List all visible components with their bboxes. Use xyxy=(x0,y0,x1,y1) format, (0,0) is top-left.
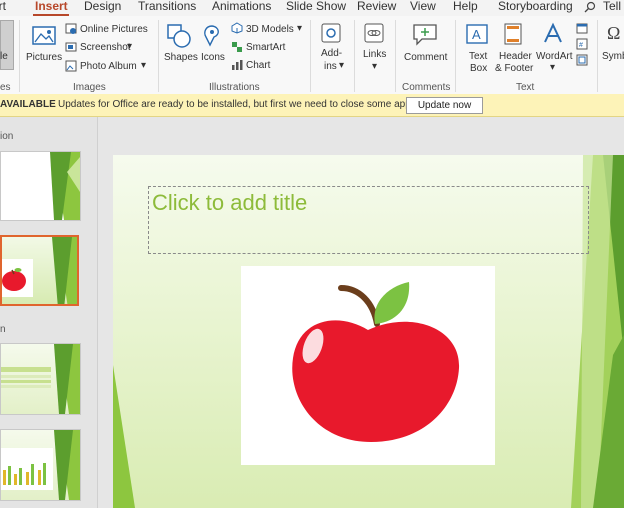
icons-button[interactable]: Icons xyxy=(201,52,225,63)
slide-thumbnail-1[interactable] xyxy=(0,151,81,221)
comment-icon[interactable] xyxy=(412,23,438,50)
date-time-icon[interactable] xyxy=(576,22,588,37)
icons-icon[interactable] xyxy=(200,23,224,52)
wordart-dropdown-icon[interactable]: ▾ xyxy=(550,62,555,73)
comment-button[interactable]: Comment xyxy=(404,52,447,63)
notification-title: AVAILABLE xyxy=(0,99,56,110)
chart-button[interactable]: Chart xyxy=(246,60,270,71)
symbols-icon[interactable]: Ω xyxy=(607,22,624,47)
screenshot-icon[interactable] xyxy=(65,41,77,56)
3d-models-dropdown-icon[interactable]: ▾ xyxy=(297,23,302,34)
pictures-button[interactable]: Pictures xyxy=(26,52,62,63)
online-pictures-button[interactable]: Online Pictures xyxy=(80,24,148,35)
slide-thumbnail-2[interactable] xyxy=(0,235,79,306)
search-icon[interactable] xyxy=(584,1,596,16)
slide-thumbnail-panel[interactable]: ion n xyxy=(0,117,98,508)
notification-message: Updates for Office are ready to be insta… xyxy=(58,99,419,110)
tab-design[interactable]: Design xyxy=(84,0,121,13)
online-pictures-icon[interactable] xyxy=(65,23,77,38)
update-now-button[interactable]: Update now xyxy=(406,97,483,114)
svg-text:Ω: Ω xyxy=(607,23,620,43)
text-group-label: Text xyxy=(516,82,535,93)
apple-illustration xyxy=(292,282,460,442)
tab-insert-partial[interactable]: ert xyxy=(0,0,6,13)
tables-group-label-partial: es xyxy=(0,82,11,93)
tab-insert[interactable]: Insert xyxy=(35,0,68,13)
shapes-icon[interactable] xyxy=(166,23,192,52)
comments-group-label: Comments xyxy=(402,82,451,93)
header-footer-button-line2[interactable]: & Footer xyxy=(495,63,533,74)
tab-help[interactable]: Help xyxy=(453,0,478,13)
header-footer-icon[interactable] xyxy=(503,22,523,49)
add-ins-icon[interactable] xyxy=(320,22,342,47)
thumbnail-2-graphic xyxy=(2,237,77,304)
object-icon[interactable] xyxy=(576,54,588,69)
symbols-button[interactable]: Symb xyxy=(602,51,624,62)
title-placeholder-text[interactable]: Click to add title xyxy=(152,190,307,216)
section-label-1[interactable]: ion xyxy=(0,131,13,142)
tab-storyboarding[interactable]: Storyboarding xyxy=(498,0,573,13)
links-dropdown-icon[interactable]: ▾ xyxy=(372,61,377,72)
table-label-partial: le xyxy=(0,51,8,62)
thumbnail-1-graphic xyxy=(50,152,80,220)
slide-thumbnail-3[interactable] xyxy=(0,343,81,415)
apple-image[interactable] xyxy=(241,266,495,465)
text-box-button-line2[interactable]: Box xyxy=(470,63,487,74)
chart-icon[interactable] xyxy=(231,59,243,74)
tab-slide-show[interactable]: Slide Show xyxy=(286,0,346,13)
screenshot-dropdown-icon[interactable]: ▾ xyxy=(127,41,132,52)
update-notification-bar: AVAILABLE Updates for Office are ready t… xyxy=(0,94,624,117)
smartart-icon[interactable] xyxy=(231,41,243,56)
svg-text:A: A xyxy=(472,27,481,42)
tab-view[interactable]: View xyxy=(410,0,436,13)
ribbon-tab-bar: ert Insert Design Transitions Animations… xyxy=(0,0,624,16)
section-label-2[interactable]: n xyxy=(0,324,6,335)
shapes-button[interactable]: Shapes xyxy=(164,52,198,63)
links-icon[interactable] xyxy=(363,22,385,47)
thumbnail-3-graphic xyxy=(1,344,80,414)
header-footer-button[interactable]: Header xyxy=(499,51,532,62)
add-ins-button-line2[interactable]: ins xyxy=(324,61,337,72)
text-box-icon[interactable]: A xyxy=(465,23,489,48)
tab-review[interactable]: Review xyxy=(357,0,396,13)
illustrations-group-label: Illustrations xyxy=(209,82,260,93)
thumbnail-4-graphic xyxy=(1,430,80,500)
3d-models-icon[interactable] xyxy=(231,22,243,37)
photo-album-icon[interactable] xyxy=(65,60,77,75)
wordart-icon[interactable] xyxy=(541,22,565,49)
smartart-button[interactable]: SmartArt xyxy=(246,42,285,53)
slide-number-icon[interactable]: # xyxy=(576,38,588,53)
text-box-button[interactable]: Text xyxy=(469,51,487,62)
tab-transitions[interactable]: Transitions xyxy=(138,0,196,13)
slide-thumbnail-4[interactable] xyxy=(0,429,81,501)
3d-models-button[interactable]: 3D Models xyxy=(246,24,294,35)
photo-album-button[interactable]: Photo Album xyxy=(80,61,137,72)
tell-me-box[interactable]: Tell xyxy=(603,0,621,13)
pictures-icon[interactable] xyxy=(30,24,58,51)
svg-text:#: # xyxy=(579,42,583,49)
table-button-partial[interactable] xyxy=(0,20,14,70)
images-group-label: Images xyxy=(73,82,106,93)
tab-animations[interactable]: Animations xyxy=(212,0,271,13)
screenshot-button[interactable]: Screenshot xyxy=(80,42,131,53)
add-ins-dropdown-icon[interactable]: ▾ xyxy=(339,60,344,71)
add-ins-button[interactable]: Add- xyxy=(321,48,342,59)
links-button[interactable]: Links xyxy=(363,49,386,60)
ribbon: le es Pictures Online Pictures Screensho… xyxy=(0,16,624,95)
wordart-button[interactable]: WordArt xyxy=(536,51,573,62)
photo-album-dropdown-icon[interactable]: ▾ xyxy=(141,60,146,71)
